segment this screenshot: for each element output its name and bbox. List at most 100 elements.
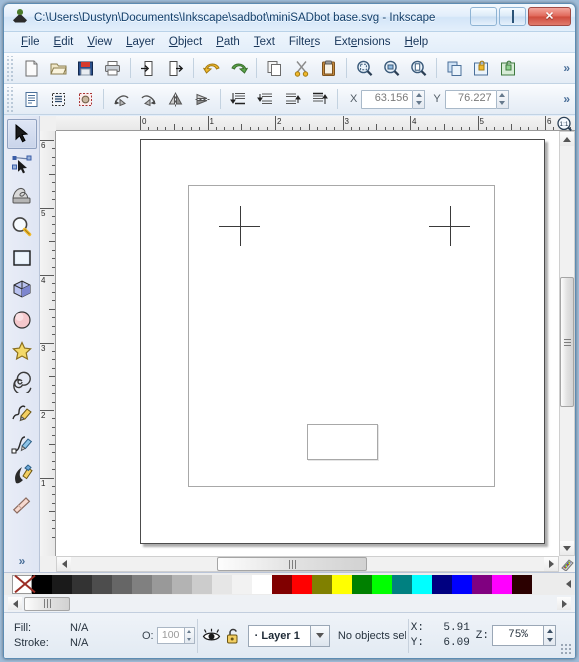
menu-object[interactable]: Object	[162, 34, 209, 50]
rotate-cw-icon[interactable]	[136, 87, 161, 112]
document-properties-icon[interactable]	[19, 87, 44, 112]
menu-layer[interactable]: Layer	[119, 34, 162, 50]
star-tool[interactable]	[7, 336, 37, 366]
palette-swatch[interactable]	[512, 574, 532, 594]
chevron-down-icon[interactable]	[309, 625, 329, 646]
menu-text[interactable]: Text	[247, 34, 282, 50]
palette-swatch[interactable]	[412, 574, 432, 594]
group-icon[interactable]	[469, 56, 494, 81]
menu-filters[interactable]: Filters	[282, 34, 327, 50]
swatch-none[interactable]	[12, 574, 32, 594]
zoom-stepper[interactable]	[544, 625, 556, 646]
palette-scroll-right-button[interactable]	[557, 597, 571, 610]
close-button[interactable]: ✕	[528, 7, 571, 26]
open-document-icon[interactable]	[46, 56, 71, 81]
selector-tool[interactable]	[6, 119, 37, 149]
palette-swatch[interactable]	[432, 574, 452, 594]
palette-swatch[interactable]	[72, 574, 92, 594]
eraser-tool[interactable]	[7, 491, 37, 521]
toolbar-grip[interactable]	[6, 86, 15, 112]
zoom-1-to-1-icon[interactable]: 1:1	[555, 116, 573, 132]
lower-to-bottom-icon[interactable]	[226, 87, 251, 112]
cut-icon[interactable]	[289, 56, 314, 81]
preferences-icon[interactable]	[73, 87, 98, 112]
palette-scrollbar[interactable]	[4, 595, 575, 612]
copy-icon[interactable]	[262, 56, 287, 81]
opacity-field[interactable]: 100	[156, 627, 185, 644]
palette-scroll-thumb[interactable]	[24, 596, 70, 611]
palette-swatch[interactable]	[272, 574, 292, 594]
lower-icon[interactable]	[253, 87, 278, 112]
fill-stroke-indicator[interactable]: Fill: Stroke: N/A N/A	[4, 621, 142, 651]
horizontal-ruler[interactable]: 0 1 2 3 4 5 6	[56, 116, 575, 131]
toolbox-overflow[interactable]: »	[4, 554, 39, 568]
palette-swatch[interactable]	[232, 574, 252, 594]
y-coordinate-stepper[interactable]	[496, 89, 509, 109]
bezier-tool[interactable]	[7, 429, 37, 459]
palette-swatch[interactable]	[452, 574, 472, 594]
palette-swatch[interactable]	[152, 574, 172, 594]
flip-horizontal-icon[interactable]	[163, 87, 188, 112]
scroll-left-button[interactable]	[57, 557, 71, 571]
palette-swatch[interactable]	[112, 574, 132, 594]
zoom-tool[interactable]	[7, 212, 37, 242]
pencil-tool[interactable]	[7, 398, 37, 428]
menu-path[interactable]: Path	[209, 34, 247, 50]
vertical-scroll-thumb[interactable]	[560, 277, 574, 407]
palette-swatch[interactable]	[92, 574, 112, 594]
undo-icon[interactable]	[199, 56, 224, 81]
palette-swatch[interactable]	[212, 574, 232, 594]
palette-swatch[interactable]	[312, 574, 332, 594]
palette-swatch[interactable]	[492, 574, 512, 594]
horizontal-scrollbar[interactable]	[56, 556, 559, 572]
zoom-field[interactable]: 75%	[492, 625, 544, 646]
scroll-up-button[interactable]	[560, 132, 574, 146]
vertical-scrollbar[interactable]	[559, 131, 575, 556]
new-document-icon[interactable]	[19, 56, 44, 81]
drawing-canvas[interactable]	[56, 131, 559, 556]
raise-icon[interactable]	[280, 87, 305, 112]
menu-file[interactable]: File	[14, 34, 47, 50]
rectangle-tool[interactable]	[7, 243, 37, 273]
duplicate-icon[interactable]	[442, 56, 467, 81]
menu-extensions[interactable]: Extensions	[327, 34, 397, 50]
scroll-down-button[interactable]	[560, 541, 574, 555]
tweak-tool[interactable]	[7, 181, 37, 211]
palette-swatch[interactable]	[332, 574, 352, 594]
spiral-tool[interactable]	[7, 367, 37, 397]
vertical-ruler[interactable]: 6 5 4 3 2 1	[40, 131, 56, 556]
print-document-icon[interactable]	[100, 56, 125, 81]
palette-swatch[interactable]	[372, 574, 392, 594]
scroll-right-button[interactable]	[544, 557, 558, 571]
menu-help[interactable]: Help	[398, 34, 436, 50]
crosshair-mark-right[interactable]	[429, 206, 470, 246]
palette-swatch[interactable]	[392, 574, 412, 594]
layer-selector[interactable]: · Layer 1	[247, 624, 330, 647]
3dbox-tool[interactable]	[7, 274, 37, 304]
opacity-stepper[interactable]	[184, 627, 195, 644]
x-coordinate-stepper[interactable]	[413, 89, 426, 109]
flip-vertical-icon[interactable]	[190, 87, 215, 112]
palette-swatch[interactable]	[52, 574, 72, 594]
palette-swatch[interactable]	[352, 574, 372, 594]
bottom-rect[interactable]	[307, 424, 378, 460]
palette-swatch[interactable]	[472, 574, 492, 594]
rotate-ccw-icon[interactable]	[109, 87, 134, 112]
horizontal-scroll-thumb[interactable]	[217, 557, 367, 571]
paste-icon[interactable]	[316, 56, 341, 81]
x-coordinate-field[interactable]: 63.156	[361, 89, 414, 109]
palette-swatch[interactable]	[292, 574, 312, 594]
menu-view[interactable]: View	[80, 34, 119, 50]
zoom-page-icon[interactable]	[406, 56, 431, 81]
xml-editor-icon[interactable]	[46, 87, 71, 112]
zoom-drawing-icon[interactable]	[379, 56, 404, 81]
palette-swatch[interactable]	[132, 574, 152, 594]
unlocked-padlock-icon[interactable]	[224, 628, 244, 644]
tool-options-toolbar-overflow[interactable]: »	[563, 92, 570, 106]
minimize-button[interactable]	[470, 7, 497, 26]
maximize-button[interactable]	[499, 7, 526, 26]
eye-icon[interactable]	[200, 628, 224, 643]
raise-to-top-icon[interactable]	[307, 87, 332, 112]
ungroup-icon[interactable]	[496, 56, 521, 81]
import-icon[interactable]	[136, 56, 161, 81]
